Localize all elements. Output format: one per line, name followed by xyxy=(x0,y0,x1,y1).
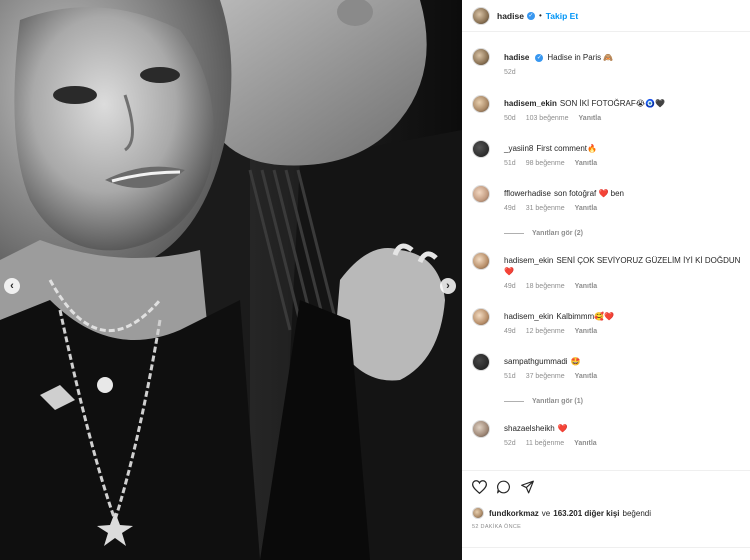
reply-button[interactable]: Yanıtla xyxy=(574,440,597,447)
chevron-left-icon[interactable]: ‹ xyxy=(4,278,20,294)
avatar[interactable] xyxy=(472,252,490,270)
comment-likes[interactable]: 12 beğenme xyxy=(526,328,565,335)
list-item: fflowerhadise son fotoğraf ❤️ ben 49d 31 b… xyxy=(472,185,750,212)
comment-meta: 51d 98 beğenme Yanıtla xyxy=(504,160,750,167)
avatar[interactable] xyxy=(472,95,490,113)
verified-badge-icon: ✓ xyxy=(535,53,544,62)
comment-text: First comment🔥 xyxy=(536,144,597,153)
comment-likes[interactable]: 98 beğenme xyxy=(526,160,565,167)
caption-text: Hadise in Paris 🙈 xyxy=(547,53,614,62)
comment-username[interactable]: hadisem_ekin xyxy=(504,312,553,321)
comment-text: 🤩 xyxy=(570,357,581,366)
view-replies-button[interactable]: Yanıtları gör (1) xyxy=(504,398,583,405)
separator-dot: • xyxy=(538,11,542,20)
comment-time: 49d xyxy=(504,205,516,212)
comment-likes[interactable]: 31 beğenme xyxy=(526,205,565,212)
post-photo[interactable]: ‹ › xyxy=(0,0,462,560)
comment-time: 52d xyxy=(504,440,516,447)
comment-text: Kalbimmm🥰❤️ xyxy=(556,312,615,321)
post-actions: fundkorkmaz ve 163.201 diğer kişi beğend… xyxy=(462,470,750,560)
add-comment-area[interactable] xyxy=(462,547,750,560)
view-replies-button[interactable]: Yanıtları gör (2) xyxy=(504,230,583,237)
avatar[interactable] xyxy=(472,6,490,25)
caption-username[interactable]: hadise xyxy=(504,53,529,62)
liker-username[interactable]: fundkorkmaz xyxy=(489,509,539,518)
avatar[interactable] xyxy=(472,185,490,203)
comment-likes[interactable]: 18 beğenme xyxy=(526,283,565,290)
comment-username[interactable]: sampathgummadi xyxy=(504,357,568,366)
reply-button[interactable]: Yanıtla xyxy=(575,328,598,335)
comment-text: ❤️ xyxy=(557,424,568,433)
post-header: hadise ✓ • Takip Et xyxy=(462,0,750,32)
list-item: sampathgummadi 🤩 51d 37 beğenme Yanıtla xyxy=(472,353,750,380)
comment-time: 49d xyxy=(504,328,516,335)
comment-icon[interactable] xyxy=(496,480,511,494)
comment-text: son fotoğraf ❤️ ben xyxy=(554,189,625,198)
chevron-right-icon[interactable]: › xyxy=(440,278,456,294)
caption-meta: 52d xyxy=(504,69,750,76)
post-time: 52 DAKİKA ÖNCE xyxy=(472,524,522,530)
comment-username[interactable]: _yasiin8 xyxy=(504,144,533,153)
reply-button[interactable]: Yanıtla xyxy=(575,160,598,167)
comment-time: 50d xyxy=(504,115,516,122)
comment-likes[interactable]: 11 beğenme xyxy=(526,440,564,447)
header-username[interactable]: hadise xyxy=(497,11,524,21)
comment-username[interactable]: fflowerhadise xyxy=(504,189,551,198)
reply-button[interactable]: Yanıtla xyxy=(575,205,598,212)
comment-meta: 49d 31 beğenme Yanıtla xyxy=(504,205,750,212)
caption-time: 52d xyxy=(504,69,516,76)
reply-button[interactable]: Yanıtla xyxy=(579,115,602,122)
comment-meta: 51d 37 beğenme Yanıtla xyxy=(504,373,750,380)
list-item: hadisem_ekin SON İKİ FOTOĞRAF😭🧿🖤 50d 103 b… xyxy=(472,95,750,122)
comment-meta: 50d 103 beğenme Yanıtla xyxy=(504,115,750,122)
comment-meta: 49d 18 beğenme Yanıtla xyxy=(504,283,750,290)
comment-username[interactable]: hadisem_ekin xyxy=(504,99,557,108)
caption: hadise ✓ Hadise in Paris 🙈 52d xyxy=(472,48,750,76)
list-item: hadisem_ekin Kalbimmm🥰❤️ 49d 12 beğenme Yan… xyxy=(472,308,750,335)
comment-likes[interactable]: 37 beğenme xyxy=(526,373,565,380)
likes-summary: fundkorkmaz ve 163.201 diğer kişi beğend… xyxy=(472,507,651,519)
comment-time: 51d xyxy=(504,160,516,167)
likes-count[interactable]: 163.201 diğer kişi xyxy=(553,509,619,518)
comment-time: 51d xyxy=(504,373,516,380)
reply-button[interactable]: Yanıtla xyxy=(575,283,598,290)
comments-list[interactable]: hadise ✓ Hadise in Paris 🙈 52d hadisem_eki… xyxy=(462,40,750,470)
comment-meta: 49d 12 beğenme Yanıtla xyxy=(504,328,750,335)
avatar[interactable] xyxy=(472,507,484,519)
reply-button[interactable]: Yanıtla xyxy=(575,373,598,380)
follow-button[interactable]: Takip Et xyxy=(546,11,578,21)
share-icon[interactable] xyxy=(520,480,535,494)
comment-username[interactable]: hadisem_ekin xyxy=(504,256,553,265)
list-item: _yasiin8 First comment🔥 51d 98 beğenme Yanı… xyxy=(472,140,750,167)
list-item: shazaelsheikh ❤️ 52d 11 beğenme Yanıtla xyxy=(472,420,750,447)
avatar[interactable] xyxy=(472,48,490,66)
avatar[interactable] xyxy=(472,353,490,371)
comment-text: SON İKİ FOTOĞRAF😭🧿🖤 xyxy=(559,99,666,108)
comment-meta: 52d 11 beğenme Yanıtla xyxy=(504,440,750,447)
avatar[interactable] xyxy=(472,140,490,158)
verified-badge-icon: ✓ xyxy=(526,11,535,20)
action-icons xyxy=(472,480,535,494)
likes-suffix: beğendi xyxy=(622,508,651,518)
comment-time: 49d xyxy=(504,283,516,290)
heart-icon[interactable] xyxy=(472,480,487,494)
avatar[interactable] xyxy=(472,420,490,438)
comment-username[interactable]: shazaelsheikh xyxy=(504,424,555,433)
comment-likes[interactable]: 103 beğenme xyxy=(526,115,569,122)
post-sidebar: hadise ✓ • Takip Et hadise ✓ Hadise in Par… xyxy=(462,0,750,560)
list-item: hadisem_ekin SENİ ÇOK SEVİYORUZ GÜZELİM İ… xyxy=(472,252,750,290)
likes-conjunction: ve xyxy=(541,508,551,518)
photo-artwork xyxy=(0,0,462,560)
avatar[interactable] xyxy=(472,308,490,326)
